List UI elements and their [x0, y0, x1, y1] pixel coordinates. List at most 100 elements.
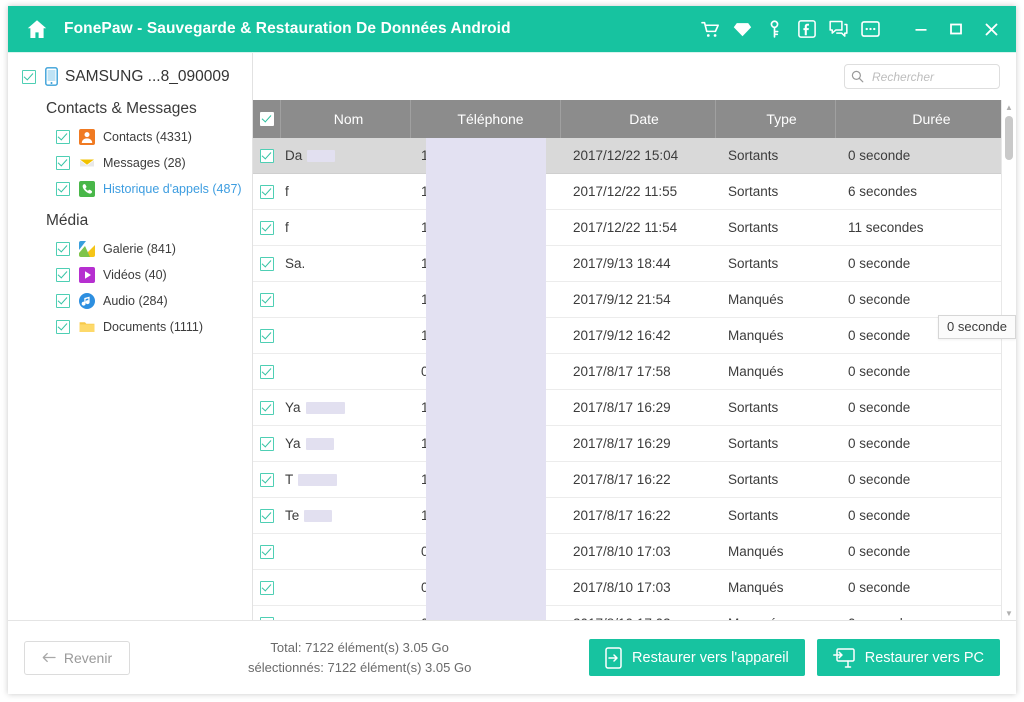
- call-history-icon: [79, 181, 95, 197]
- row-checkbox[interactable]: [260, 508, 274, 523]
- row-checkbox-cell[interactable]: [253, 534, 281, 569]
- row-checkbox[interactable]: [260, 184, 274, 199]
- row-checkbox-cell[interactable]: [253, 210, 281, 245]
- sidebar-item-messages[interactable]: Messages (28): [8, 150, 252, 176]
- table-row[interactable]: T 1 2017/8/17 16:22 Sortants 0 seconde: [253, 462, 1016, 498]
- diamond-icon[interactable]: [733, 20, 752, 39]
- cell-duree: 0 seconde: [848, 580, 911, 595]
- page-title: FonePaw - Sauvegarde & Restauration De D…: [64, 20, 511, 37]
- row-checkbox[interactable]: [260, 328, 274, 343]
- close-button[interactable]: [980, 18, 1002, 40]
- feedback-icon[interactable]: [829, 20, 848, 39]
- cell-duree: 0 seconde: [836, 606, 1016, 620]
- search-box[interactable]: [844, 64, 1000, 89]
- select-all-checkbox-cell[interactable]: [253, 100, 281, 138]
- facebook-icon[interactable]: [797, 20, 816, 39]
- sidebar-item-videos[interactable]: Vidéos (40): [8, 262, 252, 288]
- messages-checkbox[interactable]: [56, 156, 70, 170]
- sidebar-item-gallery[interactable]: Galerie (841): [8, 236, 252, 262]
- column-header-date[interactable]: Date: [561, 100, 716, 138]
- row-checkbox-cell[interactable]: [253, 282, 281, 317]
- restore-to-device-button[interactable]: Restaurer vers l'appareil: [589, 639, 805, 676]
- contacts-icon: [79, 129, 95, 145]
- row-checkbox-cell[interactable]: [253, 426, 281, 461]
- name-redaction-overlay: [305, 437, 334, 450]
- restore-to-pc-label: Restaurer vers PC: [864, 649, 984, 666]
- cell-date: 2017/8/17 17:58: [573, 364, 671, 379]
- contacts-checkbox[interactable]: [56, 130, 70, 144]
- cell-type: Manqués: [728, 544, 784, 559]
- search-input[interactable]: [870, 68, 992, 85]
- row-checkbox-cell[interactable]: [253, 246, 281, 281]
- table-row[interactable]: 1 2017/9/12 21:54 Manqués 0 seconde: [253, 282, 1016, 318]
- row-checkbox[interactable]: [260, 292, 274, 307]
- back-button[interactable]: Revenir: [24, 640, 130, 675]
- row-checkbox[interactable]: [260, 148, 274, 163]
- scrollbar-thumb[interactable]: [1005, 116, 1013, 160]
- row-checkbox-cell[interactable]: [253, 462, 281, 497]
- row-checkbox[interactable]: [260, 364, 274, 379]
- documents-checkbox[interactable]: [56, 320, 70, 334]
- table-row[interactable]: Te 1 2017/8/17 16:22 Sortants 0 seconde: [253, 498, 1016, 534]
- scroll-up-arrow[interactable]: ▲: [1002, 100, 1016, 114]
- contact-name-label: Da: [285, 148, 303, 163]
- row-checkbox-cell[interactable]: [253, 174, 281, 209]
- minimize-button[interactable]: [910, 18, 932, 40]
- device-checkbox[interactable]: [22, 69, 36, 84]
- videos-checkbox[interactable]: [56, 268, 70, 282]
- cell-nom: Sa.: [281, 246, 411, 281]
- table-row[interactable]: 02017/8/10 17:03Manqués0 seconde: [253, 534, 1016, 570]
- table-row[interactable]: Ya 1 2017/8/17 16:29 Sortants 0 seconde: [253, 390, 1016, 426]
- table-row[interactable]: 1 2017/9/12 16:42 Manqués 0 seconde: [253, 318, 1016, 354]
- select-all-checkbox[interactable]: [259, 112, 274, 126]
- table-row[interactable]: Sa. 1 2017/9/13 18:44 Sortants 0 seconde: [253, 246, 1016, 282]
- sidebar: SAMSUNG ...8_090009 Contacts & Messages …: [8, 53, 253, 620]
- table-scrollbar[interactable]: ▲ ▼: [1001, 100, 1016, 620]
- gallery-checkbox[interactable]: [56, 242, 70, 256]
- row-checkbox-cell[interactable]: [253, 354, 281, 389]
- row-checkbox-cell[interactable]: [253, 570, 281, 605]
- row-checkbox[interactable]: [260, 220, 274, 235]
- cart-icon[interactable]: [701, 20, 720, 39]
- row-checkbox-cell[interactable]: [253, 138, 281, 173]
- row-checkbox[interactable]: [260, 436, 274, 451]
- sidebar-device-row[interactable]: SAMSUNG ...8_090009: [8, 63, 252, 90]
- column-header-telephone[interactable]: Téléphone: [411, 100, 561, 138]
- arrow-left-icon: [42, 652, 56, 663]
- call-history-checkbox[interactable]: [56, 182, 70, 196]
- row-checkbox[interactable]: [260, 580, 274, 595]
- scroll-down-arrow[interactable]: ▼: [1002, 606, 1016, 620]
- column-header-duree[interactable]: Durée: [836, 100, 1016, 138]
- table-row[interactable]: 02017/8/10 17:03Manqués0 seconde: [253, 606, 1016, 620]
- table-row[interactable]: Ya 1 2017/8/17 16:29 Sortants 0 seconde: [253, 426, 1016, 462]
- sidebar-item-call-history[interactable]: Historique d'appels (487): [8, 176, 252, 202]
- key-icon[interactable]: [765, 19, 784, 39]
- table-row[interactable]: Da 1 2017/12/22 15:04 Sortants 0 seconde: [253, 138, 1016, 174]
- more-icon[interactable]: [861, 20, 880, 39]
- messages-icon: [79, 155, 95, 171]
- table-row[interactable]: f 1 2017/12/22 11:54 Sortants 11 secondes: [253, 210, 1016, 246]
- row-checkbox-cell[interactable]: [253, 606, 281, 620]
- row-checkbox-cell[interactable]: [253, 390, 281, 425]
- table-row[interactable]: 0 2017/8/17 17:58 Manqués 0 seconde: [253, 354, 1016, 390]
- row-checkbox-cell[interactable]: [253, 498, 281, 533]
- restore-to-pc-button[interactable]: Restaurer vers PC: [816, 639, 1000, 676]
- cell-duree: 0 seconde: [848, 400, 911, 415]
- sidebar-item-audio[interactable]: Audio (284): [8, 288, 252, 314]
- row-checkbox[interactable]: [260, 472, 274, 487]
- sidebar-item-contacts[interactable]: Contacts (4331): [8, 124, 252, 150]
- table-row[interactable]: f 1 2017/12/22 11:55 Sortants 6 secondes: [253, 174, 1016, 210]
- row-checkbox[interactable]: [260, 544, 274, 559]
- column-header-type[interactable]: Type: [716, 100, 836, 138]
- audio-checkbox[interactable]: [56, 294, 70, 308]
- row-checkbox[interactable]: [260, 400, 274, 415]
- table-row[interactable]: 02017/8/10 17:03Manqués0 seconde: [253, 570, 1016, 606]
- phone-icon: [45, 67, 58, 86]
- sidebar-item-documents[interactable]: Documents (1111): [8, 314, 252, 340]
- maximize-button[interactable]: [945, 18, 967, 40]
- cell-duree: 0 seconde: [848, 364, 911, 379]
- home-icon[interactable]: [22, 14, 52, 44]
- column-header-nom[interactable]: Nom: [281, 100, 411, 138]
- row-checkbox[interactable]: [260, 256, 274, 271]
- row-checkbox-cell[interactable]: [253, 318, 281, 353]
